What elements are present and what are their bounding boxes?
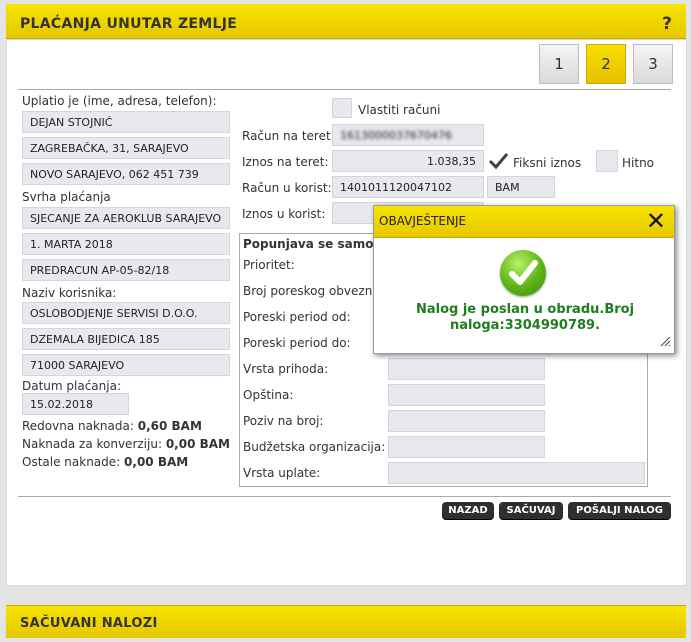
close-icon[interactable]: ✕ [646, 208, 666, 234]
notification-dialog: OBAVJEŠTENJE ✕ Nalog je poslan u obradu.… [373, 205, 675, 354]
debit-amount-field[interactable]: 1.038,35 [332, 150, 484, 172]
purpose-label: Svrha plaćanja [22, 190, 111, 204]
saved-orders-section[interactable]: SAČUVANI NALOZI [6, 605, 686, 638]
credit-account-label: Račun u korist: [242, 181, 332, 195]
reference-label: Poziv na broj: [243, 414, 324, 428]
conversion-fee-label: Naknada za konverziju: [22, 437, 162, 451]
debit-amount-label: Iznos na teret: [242, 155, 329, 169]
payment-type-label: Vrsta uplate: [243, 466, 321, 480]
payment-date-label: Datum plaćanja: [22, 379, 121, 393]
payment-type-field[interactable] [388, 462, 645, 484]
debit-account-field[interactable]: 1613000037670476 [332, 124, 484, 146]
priority-label: Prioritet: [243, 258, 295, 272]
saved-orders-title: SAČUVANI NALOZI [20, 616, 158, 631]
payer-address-field[interactable]: ZAGREBAČKA, 31, SARAJEVO [22, 137, 230, 159]
send-order-button[interactable]: POŠALJI NALOG [568, 502, 671, 519]
page-title: PLAĆANJA UNUTAR ZEMLJE [20, 16, 238, 32]
payer-city-phone-field[interactable]: NOVO SARAJEVO, 062 451 739 [22, 163, 230, 185]
credit-account-field[interactable]: 1401011120047102 [332, 176, 484, 198]
debit-account-label: Račun na teret: [242, 129, 335, 143]
other-fees-label: Ostale naknade: [22, 455, 121, 469]
recipient-name-field[interactable]: OSLOBODJENJE SERVISI D.O.O. [22, 302, 230, 324]
credit-currency-field[interactable]: BAM [487, 176, 555, 198]
budget-org-label: Budžetska organizacija: [243, 440, 386, 454]
municipality-label: Opština: [243, 388, 294, 402]
bottom-divider [18, 496, 671, 497]
payment-date-field[interactable]: 15.02.2018 [22, 393, 129, 415]
urgent-checkbox[interactable] [596, 150, 618, 172]
success-check-icon [500, 250, 546, 296]
urgent-label: Hitno [622, 156, 655, 170]
step-3-button[interactable]: 3 [633, 44, 673, 84]
resize-grip-glyph [660, 336, 671, 347]
own-accounts-checkbox[interactable] [332, 98, 352, 118]
other-fees-value: 0,00 BAM [124, 455, 189, 469]
payer-name-field[interactable]: DEJAN STOJNIĆ [22, 111, 230, 133]
other-fees: Ostale naknade: 0,00 BAM [22, 455, 188, 469]
own-accounts-label: Vlastiti računi [358, 103, 441, 117]
save-button[interactable]: SAČUVAJ [499, 502, 563, 519]
tax-number-label: Broj poreskog obveznika [243, 284, 390, 298]
income-type-label: Vrsta prihoda: [243, 362, 329, 376]
recipient-address-field[interactable]: DZEMALA BIJEDICA 185 [22, 328, 230, 350]
regular-fee: Redovna naknada: 0,60 BAM [22, 419, 202, 433]
dialog-message: Nalog je poslan u obradu.Broj naloga:330… [384, 302, 666, 334]
purpose-line-1-field[interactable]: SJECANJE ZA AEROKLUB SARAJEVO [22, 207, 230, 229]
credit-amount-label: Iznos u korist: [242, 207, 326, 221]
dialog-message-line-1: Nalog je poslan u obradu.Broj [415, 302, 635, 317]
fixed-amount-checkbox[interactable] [487, 150, 509, 172]
recipient-city-field[interactable]: 71000 SARAJEVO [22, 354, 230, 376]
period-to-label: Poreski period do: [243, 336, 351, 350]
step-2-button[interactable]: 2 [586, 44, 626, 84]
payer-label: Uplatio je (ime, adresa, telefon): [22, 94, 217, 108]
recipient-label: Naziv korisnika: [22, 286, 117, 300]
debit-account-value: 1613000037670476 [340, 128, 452, 142]
budget-org-field[interactable] [388, 436, 545, 458]
checkmark-icon [488, 153, 509, 170]
tax-section-title: Popunjava se samo u [243, 237, 387, 251]
regular-fee-value: 0,60 BAM [137, 419, 202, 433]
conversion-fee-value: 0,00 BAM [165, 437, 230, 451]
fixed-amount-label: Fiksni iznos [513, 156, 582, 170]
period-from-label: Poreski period od: [243, 310, 351, 324]
success-checkmark-glyph [509, 260, 538, 285]
page-header: PLAĆANJA UNUTAR ZEMLJE ? [6, 4, 686, 39]
purpose-line-2-field[interactable]: 1. MARTA 2018 [22, 233, 230, 255]
resize-handle-icon[interactable] [660, 336, 671, 350]
purpose-line-3-field[interactable]: PREDRACUN AP-05-82/18 [22, 259, 230, 281]
help-icon[interactable]: ? [662, 14, 672, 34]
top-divider [18, 89, 671, 90]
dialog-title: OBAVJEŠTENJE [379, 214, 467, 228]
back-button[interactable]: NAZAD [442, 502, 494, 519]
municipality-field[interactable] [388, 384, 545, 406]
regular-fee-label: Redovna naknada: [22, 419, 134, 433]
dialog-message-line-2: naloga:3304990789. [449, 318, 601, 333]
income-type-field[interactable] [388, 358, 545, 380]
conversion-fee: Naknada za konverziju: 0,00 BAM [22, 437, 230, 451]
reference-field[interactable] [388, 410, 545, 432]
step-1-button[interactable]: 1 [539, 44, 579, 84]
dialog-header: OBAVJEŠTENJE ✕ [374, 206, 674, 238]
